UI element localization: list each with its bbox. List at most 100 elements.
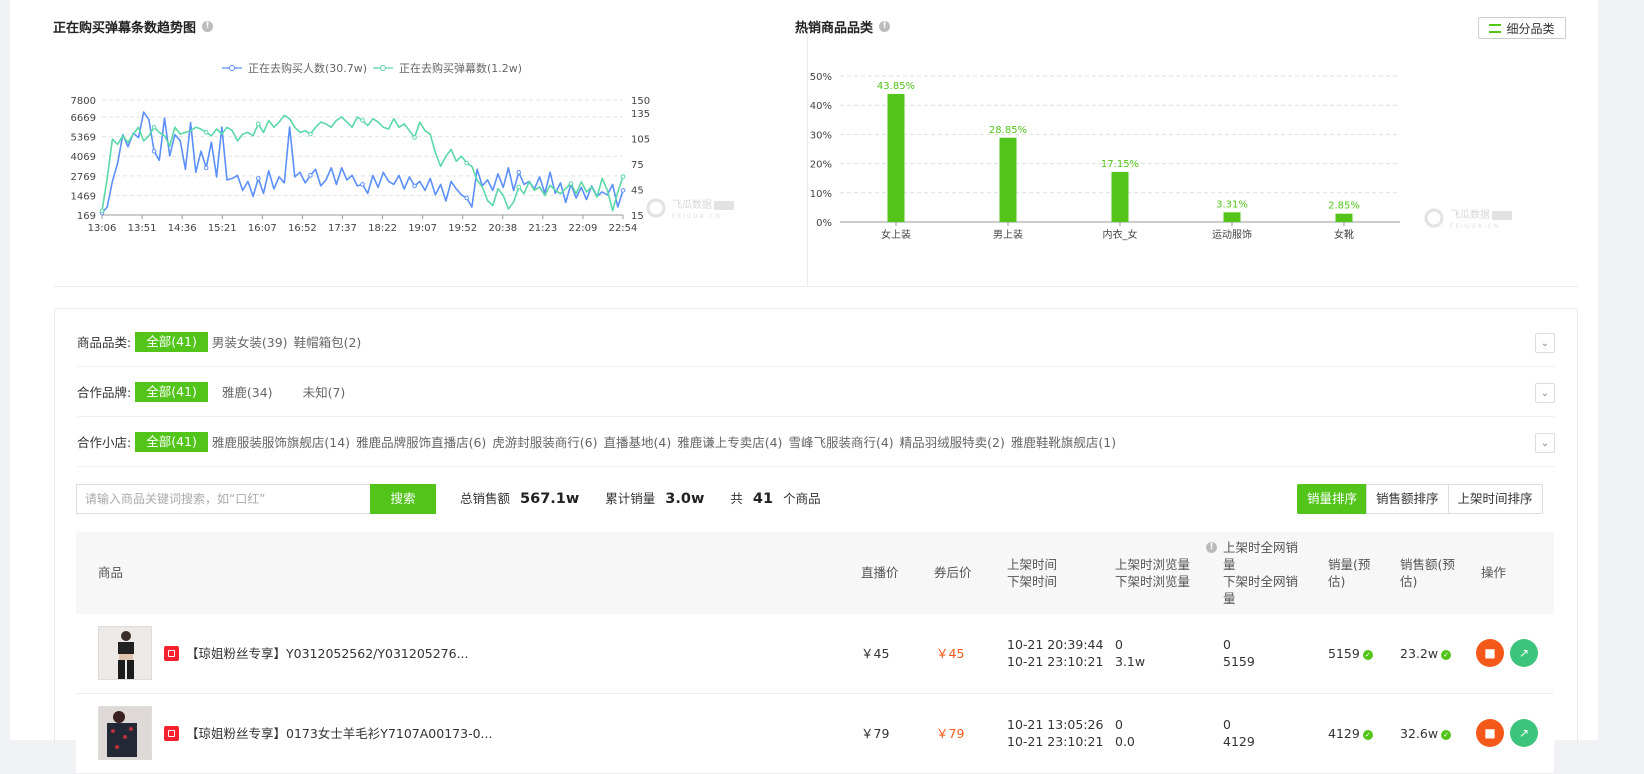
filter-label: 商品品类:: [77, 335, 132, 350]
chart-legend: 正在去购买人数(30.7w) 正在去购买弹幕数(1.2w): [222, 61, 522, 75]
category-bar: [887, 93, 905, 222]
filter-all-tag[interactable]: 全部(41): [135, 431, 208, 452]
trend-chart-icon[interactable]: ↗: [1510, 639, 1538, 667]
y-tick-label: 20%: [810, 160, 832, 171]
header-revenue[interactable]: 销售额(预估): [1400, 556, 1462, 590]
watermark-text: 飞瓜数据: [672, 198, 712, 211]
shop-icon[interactable]: [164, 646, 179, 661]
shop-icon[interactable]: [164, 726, 179, 741]
net-sales-on: 0: [1223, 717, 1231, 732]
y-tick-label: 10%: [810, 189, 832, 200]
views-cell: 0 3.1w: [1115, 636, 1145, 670]
shopping-bag-icon[interactable]: ■: [1476, 719, 1504, 747]
filter-shop: 合作小店: 全部(41) 雅鹿服装服饰旗舰店(14) 雅鹿品牌服饰直播店(6) …: [77, 417, 1555, 467]
filter-option[interactable]: 精品羽绒服特卖(2): [900, 432, 1005, 451]
product-thumbnail[interactable]: [98, 706, 152, 760]
series-point: [412, 135, 417, 140]
y-right-tick-label: 45: [631, 185, 644, 196]
series-point: [203, 165, 209, 171]
chevron-down-icon[interactable]: ⌄: [1535, 383, 1555, 403]
watermark-logo: 飞瓜数据 F E I G U A . C N: [1424, 208, 1512, 230]
views-on: 0: [1115, 637, 1123, 652]
filter-option[interactable]: 雅鹿服装服饰旗舰店(14): [212, 432, 350, 451]
views-cell: 0 0.0: [1115, 716, 1135, 750]
x-tick-label: 16:52: [288, 223, 317, 234]
series-point: [151, 148, 157, 154]
off-time: 10-21 23:10:21: [1007, 734, 1104, 749]
header-live-price[interactable]: 直播价: [861, 564, 899, 581]
table-row[interactable]: 【琼姐粉丝专享】Y0312052562/Y031205276... ￥45 ￥4…: [76, 614, 1554, 694]
header-ops: 操作: [1481, 565, 1507, 580]
table-row[interactable]: 【琼姐粉丝专享】0173女士羊毛衫Y7107A00173-0... ￥79 ￥7…: [76, 694, 1554, 774]
x-tick-label: 运动服饰: [1212, 228, 1252, 241]
y-left-tick-label: 5369: [71, 133, 96, 144]
search-button[interactable]: 搜索: [370, 484, 436, 514]
shopping-bag-icon[interactable]: ■: [1476, 639, 1504, 667]
header-sales[interactable]: 销量(预估): [1328, 556, 1378, 590]
y-tick-label: 40%: [810, 101, 832, 112]
filter-option[interactable]: 雅鹿鞋靴旗舰店(1): [1011, 432, 1116, 451]
filter-option[interactable]: 虎游封服装商行(6): [492, 432, 597, 451]
chevron-down-icon[interactable]: ⌄: [1535, 333, 1555, 353]
total-count: 41: [752, 491, 774, 507]
search-input[interactable]: 请输入商品关键词搜索，如“口红”: [76, 484, 370, 514]
header-views-on: 上架时浏览量: [1115, 557, 1191, 572]
header-views: 上架时浏览量 下架时浏览量: [1115, 556, 1190, 590]
legend-label-danmu: 正在去购买弹幕数(1.2w): [399, 61, 522, 75]
filter-option[interactable]: 雅鹿(34): [222, 382, 273, 401]
category-chart-title: 热销商品品类 !: [795, 17, 891, 36]
y-tick-label: 0%: [816, 218, 832, 229]
sales-cell: 4129 ✓: [1328, 725, 1373, 742]
header-views-off: 下架时浏览量: [1115, 574, 1191, 589]
subcategory-button[interactable]: 细分品类: [1478, 17, 1566, 39]
series-point: [568, 181, 574, 186]
bar-data-label: 28.85%: [989, 125, 1027, 136]
net-sales-off: 4129: [1223, 734, 1255, 749]
time-cell: 10-21 20:39:44 10-21 23:10:21: [1007, 636, 1103, 670]
views-on: 0: [1115, 717, 1123, 732]
sort-by-sales-button[interactable]: 销量排序: [1297, 484, 1368, 514]
trend-chart-icon[interactable]: ↗: [1510, 719, 1538, 747]
live-price: ￥45: [861, 646, 890, 661]
filter-option[interactable]: 鞋帽箱包(2): [294, 332, 362, 351]
filter-option[interactable]: 雅鹿谦上专卖店(4): [677, 432, 782, 451]
series-point: [620, 174, 626, 179]
sales-volume-label: 累计销量: [605, 491, 656, 506]
x-tick-label: 15:21: [208, 223, 237, 234]
category-bar: [1223, 212, 1241, 222]
product-thumbnail[interactable]: [98, 626, 152, 680]
product-table-header: 商品 直播价 券后价 上架时间 下架时间 上架时浏览量 下架时浏览量 ! 上架时…: [76, 532, 1554, 614]
category-bar: [999, 137, 1017, 222]
x-tick-label: 男上装: [993, 228, 1023, 241]
filter-option[interactable]: 男装女装(39): [212, 332, 288, 351]
header-net-sales-on: 上架时全网销量: [1223, 540, 1299, 572]
filter-all-tag[interactable]: 全部(41): [135, 331, 208, 352]
info-icon[interactable]: !: [202, 21, 214, 32]
filter-option[interactable]: 未知(7): [303, 382, 346, 401]
x-tick-label: 22:54: [609, 223, 638, 234]
product-image: [99, 627, 151, 679]
sort-by-time-button[interactable]: 上架时间排序: [1447, 484, 1543, 514]
sort-by-revenue-button[interactable]: 销售额排序: [1366, 484, 1449, 514]
filter-option[interactable]: 直播基地(4): [604, 432, 672, 451]
subcategory-button-label: 细分品类: [1506, 21, 1555, 36]
off-time: 10-21 23:10:21: [1007, 654, 1104, 669]
series-point: [516, 184, 522, 190]
filter-all-tag[interactable]: 全部(41): [135, 381, 208, 402]
danmu-series-line: [101, 114, 624, 212]
product-title[interactable]: 【琼姐粉丝专享】0173女士羊毛衫Y7107A00173-0...: [186, 725, 492, 742]
y-left-tick-label: 169: [77, 211, 96, 222]
bar-data-label: 43.85%: [877, 81, 915, 92]
info-icon[interactable]: !: [879, 21, 891, 32]
header-coupon-price[interactable]: 券后价: [934, 564, 972, 581]
sort-button-group: 销量排序 销售额排序 上架时间排序: [1297, 484, 1543, 514]
filter-option[interactable]: 雅鹿品牌服饰直播店(6): [356, 432, 486, 451]
y-right-tick-label: 105: [631, 134, 650, 145]
info-icon[interactable]: !: [1206, 542, 1217, 553]
chevron-down-icon[interactable]: ⌄: [1535, 433, 1555, 453]
bar-data-label: 17.15%: [1101, 159, 1139, 170]
coupon-price: ￥45: [936, 646, 965, 661]
net-sales-off: 5159: [1223, 654, 1255, 669]
filter-option[interactable]: 雪峰飞服装商行(4): [788, 432, 893, 451]
product-title[interactable]: 【琼姐粉丝专享】Y0312052562/Y031205276...: [186, 645, 469, 662]
